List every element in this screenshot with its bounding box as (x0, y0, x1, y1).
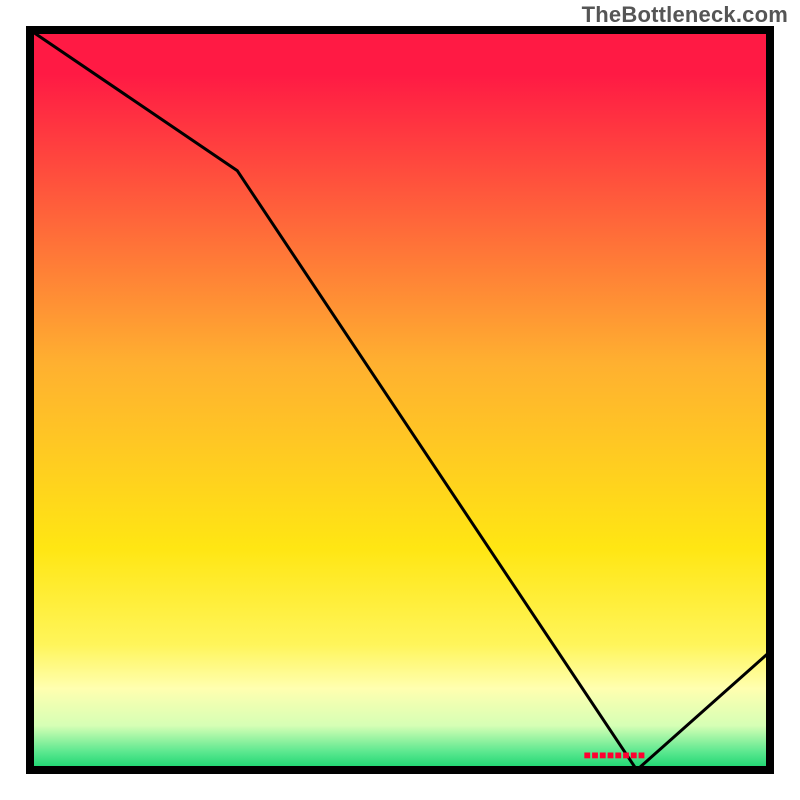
chart-stage: TheBottleneck.com ■■■■■■■■ (0, 0, 800, 800)
bottleneck-chart (0, 0, 800, 800)
watermark-text: TheBottleneck.com (582, 2, 788, 28)
optimal-marker: ■■■■■■■■ (584, 748, 646, 762)
plot-gradient-bg (30, 30, 770, 770)
